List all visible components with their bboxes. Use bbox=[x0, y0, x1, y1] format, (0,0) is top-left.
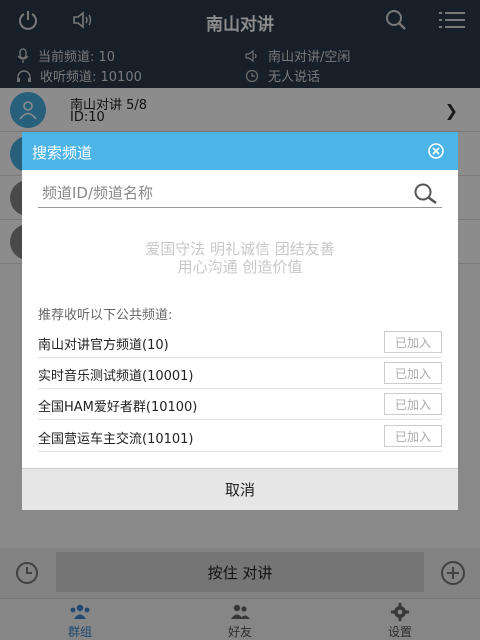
channel-row: 全国HAM爱好者群(10100) 已加入 bbox=[38, 390, 442, 420]
channel-name: 南山对讲官方频道(10) bbox=[38, 338, 169, 353]
close-icon[interactable] bbox=[428, 143, 444, 159]
joined-button[interactable]: 已加入 bbox=[384, 331, 442, 353]
search-channel-dialog: 搜索频道 爱国守法 明礼诚信 团结友善 用心沟通 创造价值 推荐收听以下公共频道… bbox=[22, 132, 458, 510]
dialog-header: 搜索频道 bbox=[22, 132, 458, 170]
recommend-label: 推荐收听以下公共频道: bbox=[38, 308, 173, 323]
slogan-line-2: 用心沟通 创造价值 bbox=[177, 258, 303, 276]
search-field-wrapper bbox=[38, 180, 442, 208]
joined-button[interactable]: 已加入 bbox=[384, 362, 442, 384]
channel-name: 全国营运车主交流(10101) bbox=[38, 432, 194, 447]
search-icon[interactable] bbox=[412, 182, 438, 210]
channel-row: 全国营运车主交流(10101) 已加入 bbox=[38, 422, 442, 452]
channel-name: 全国HAM爱好者群(10100) bbox=[38, 400, 198, 415]
cancel-button[interactable]: 取消 bbox=[22, 468, 458, 510]
joined-button[interactable]: 已加入 bbox=[384, 425, 442, 447]
channel-row: 南山对讲官方频道(10) 已加入 bbox=[38, 328, 442, 358]
joined-button[interactable]: 已加入 bbox=[384, 393, 442, 415]
dialog-title: 搜索频道 bbox=[32, 144, 93, 162]
channel-name: 实时音乐测试频道(10001) bbox=[38, 369, 194, 384]
channel-search-input[interactable] bbox=[42, 182, 402, 204]
channel-row: 实时音乐测试频道(10001) 已加入 bbox=[38, 359, 442, 389]
